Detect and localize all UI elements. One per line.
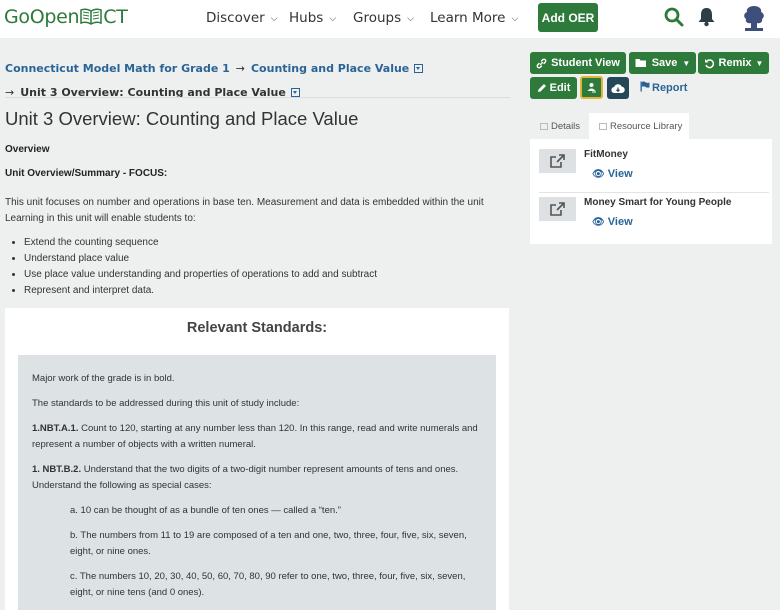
external-link-icon	[550, 201, 565, 216]
standard-subitem: c. The numbers 10, 20, 30, 40, 50, 60, 7…	[70, 571, 466, 598]
edit-label: Edit	[549, 82, 571, 94]
save-label: Save	[651, 57, 678, 69]
nav-learn-more-label: Learn More	[430, 10, 506, 26]
standard-code: 1. NBT.B.2.	[32, 464, 82, 475]
google-classroom-button[interactable]	[580, 76, 603, 99]
view-label: View	[607, 168, 633, 180]
resource-library-panel: FitMoney 👁 View Money Smart for Young Pe…	[530, 139, 772, 244]
list-item: Understand place value	[24, 251, 510, 267]
view-link[interactable]: 👁 View	[592, 168, 633, 180]
chevron-down-icon: ⌵	[511, 14, 519, 24]
dropdown-toggle-icon[interactable]	[414, 63, 424, 73]
save-button[interactable]: Save ▼	[629, 52, 696, 74]
list-item: Represent and interpret data.	[24, 283, 510, 299]
open-book-icon	[80, 8, 103, 25]
arrow-right-icon: →	[235, 61, 245, 75]
remix-label: Remix	[718, 57, 752, 69]
list-item: Use place value understanding and proper…	[24, 267, 510, 283]
caret-down-icon: ▼	[682, 58, 691, 68]
standard-text: Understand that the two digits of a two-…	[32, 464, 459, 491]
undo-icon	[704, 58, 714, 68]
standard-code: 1.NBT.A.1.	[32, 423, 79, 434]
tab-resource-library[interactable]: Resource Library	[589, 113, 689, 139]
standard-text: Count to 120, starting at any number les…	[32, 423, 478, 450]
divider	[5, 97, 510, 98]
standards-note: Major work of the grade is in bold.	[32, 373, 175, 384]
objectives-list: Extend the counting sequence Understand …	[5, 235, 510, 299]
logo-text-prefix: GoOpen	[4, 6, 80, 28]
logo-text-suffix: CT	[103, 6, 128, 28]
resource-title: Money Smart for Young People	[584, 197, 732, 208]
bell-icon[interactable]	[697, 7, 716, 27]
chevron-down-icon: ⌵	[270, 14, 278, 24]
remix-button[interactable]: Remix ▼	[698, 52, 769, 74]
goopenct-logo[interactable]: GoOpen CT	[4, 6, 128, 28]
top-navbar: GoOpen CT Discover ⌵ Hubs ⌵ Groups ⌵ Learn …	[0, 0, 780, 38]
link-icon	[536, 58, 547, 68]
standards-box: Major work of the grade is in bold. The …	[18, 355, 496, 610]
nav-groups-label: Groups	[353, 10, 402, 26]
summary-heading: Unit Overview/Summary - FOCUS:	[5, 168, 168, 179]
main-content: Unit 3 Overview: Counting and Place Valu…	[5, 108, 510, 299]
caret-down-icon: ▼	[755, 58, 764, 68]
classroom-icon	[587, 83, 596, 93]
details-icon	[540, 122, 548, 130]
standards-panel: Relevant Standards: Major work of the gr…	[5, 308, 509, 610]
tab-library-label: Resource Library	[610, 120, 683, 132]
sidebar-tabs: Details Resource Library	[530, 113, 772, 139]
search-icon[interactable]	[664, 7, 684, 27]
view-label: View	[607, 216, 633, 228]
view-link[interactable]: 👁 View	[592, 216, 633, 228]
student-view-label: Student View	[551, 57, 620, 69]
add-oer-button[interactable]: Add OER	[538, 3, 598, 32]
eye-icon: 👁	[592, 169, 605, 180]
nav-hubs[interactable]: Hubs ⌵	[289, 10, 336, 26]
divider	[539, 192, 769, 193]
flag-icon	[640, 81, 650, 92]
list-item: Money Smart for Young People 👁 View	[539, 197, 769, 237]
breadcrumb-link-grade[interactable]: Connecticut Model Math for Grade 1	[5, 62, 230, 75]
summary-text: This unit focuses on number and operatio…	[5, 197, 484, 224]
report-link[interactable]: Report	[640, 81, 687, 94]
standards-title: Relevant Standards:	[186, 320, 328, 336]
standard-subitem: a. 10 can be thought of as a bundle of t…	[70, 505, 341, 516]
external-link-button[interactable]	[539, 149, 576, 173]
nav-hubs-label: Hubs	[289, 10, 324, 26]
book-icon	[599, 122, 607, 130]
download-button[interactable]	[607, 77, 629, 99]
standards-intro: The standards to be addressed during thi…	[32, 398, 300, 409]
pencil-icon	[537, 84, 546, 92]
cloud-download-icon	[611, 83, 625, 93]
standard-subitem: b. The numbers from 11 to 19 are compose…	[70, 530, 467, 557]
standard-item: 1.NBT.A.1. Count to 120, starting at any…	[32, 421, 482, 453]
eye-icon: 👁	[592, 217, 605, 228]
nav-groups[interactable]: Groups ⌵	[353, 10, 414, 26]
user-avatar[interactable]	[741, 4, 767, 32]
chevron-down-icon: ⌵	[407, 14, 414, 24]
chevron-down-icon: ⌵	[329, 14, 337, 24]
tab-details-label: Details	[551, 120, 581, 132]
resource-title: FitMoney	[584, 149, 628, 160]
list-item: Extend the counting sequence	[24, 235, 510, 251]
student-view-button[interactable]: Student View	[530, 52, 626, 74]
nav-learn-more[interactable]: Learn More ⌵	[430, 10, 518, 26]
nav-discover-label: Discover	[206, 10, 265, 26]
page-title: Unit 3 Overview: Counting and Place Valu…	[5, 108, 359, 129]
folder-icon	[635, 59, 646, 67]
overview-heading: Overview	[5, 144, 50, 155]
external-link-icon	[550, 153, 565, 168]
report-label: Report	[652, 82, 688, 94]
nav-discover[interactable]: Discover ⌵	[206, 10, 278, 26]
edit-button[interactable]: Edit	[530, 77, 577, 99]
tab-details[interactable]: Details	[530, 113, 588, 139]
breadcrumb-link-unit[interactable]: Counting and Place Value	[251, 62, 409, 75]
list-item: FitMoney 👁 View	[539, 149, 769, 189]
external-link-button[interactable]	[539, 197, 576, 221]
standard-item: 1. NBT.B.2. Understand that the two digi…	[32, 462, 482, 494]
dropdown-toggle-icon[interactable]	[290, 87, 300, 97]
